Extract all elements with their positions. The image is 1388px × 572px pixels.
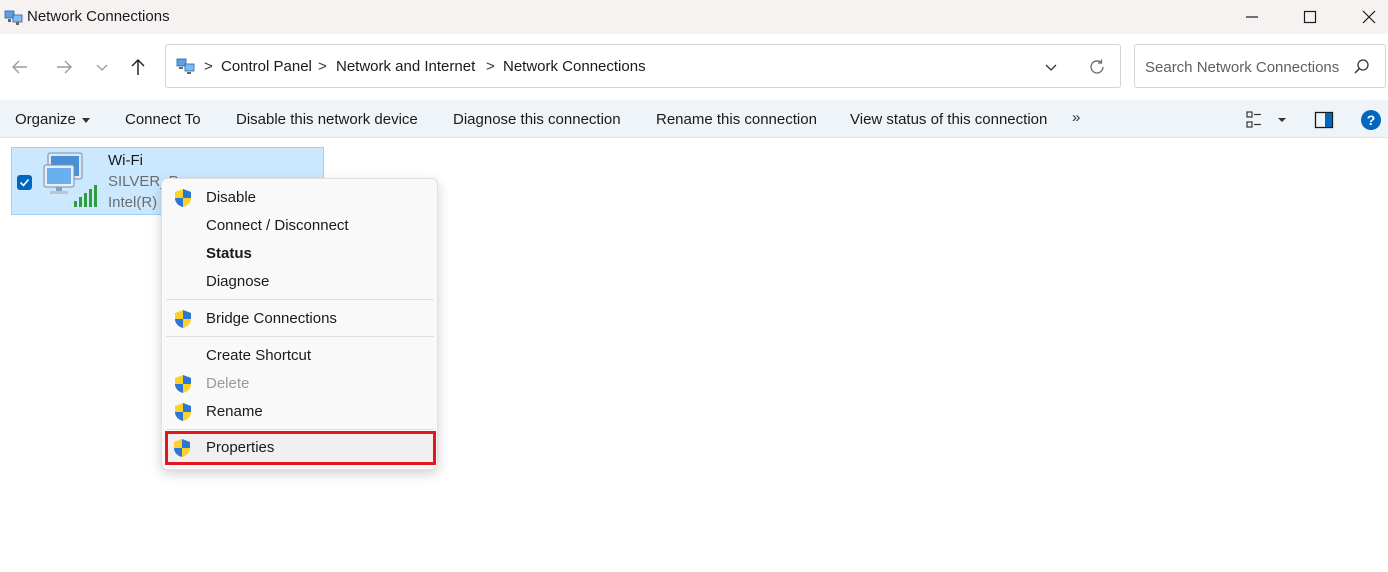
chevron-down-icon (96, 64, 108, 71)
menu-separator (166, 336, 434, 337)
organize-button[interactable]: Organize (15, 111, 90, 128)
item-checkbox[interactable] (17, 175, 32, 190)
connection-adapter: Intel(R) (108, 194, 158, 211)
menu-item-label: Properties (206, 439, 275, 456)
more-commands-button[interactable]: » (1072, 109, 1080, 126)
menu-item-label: Rename (206, 403, 263, 420)
minimize-button[interactable] (1229, 0, 1275, 34)
rename-connection-button[interactable]: Rename this connection (656, 111, 817, 128)
menu-item-label: Status (206, 245, 252, 262)
network-connections-icon (4, 10, 23, 25)
menu-item-create-shortcut[interactable]: Create Shortcut (166, 342, 434, 370)
search-input[interactable] (1143, 55, 1347, 79)
address-history-button[interactable] (1040, 57, 1062, 77)
disable-device-button[interactable]: Disable this network device (236, 111, 418, 128)
uac-shield-icon (175, 403, 191, 421)
menu-item-rename[interactable]: Rename (166, 398, 434, 426)
refresh-icon (1090, 59, 1104, 74)
up-arrow-icon (131, 59, 145, 75)
help-button[interactable]: ? (1360, 109, 1382, 131)
preview-pane-button[interactable] (1313, 109, 1335, 131)
menu-item-diagnose[interactable]: Diagnose (166, 268, 434, 296)
menu-separator (166, 429, 434, 430)
menu-item-label: Create Shortcut (206, 347, 312, 364)
breadcrumb-network-connections[interactable]: Network Connections (503, 58, 646, 75)
svg-text:?: ? (1367, 112, 1376, 128)
uac-shield-icon (174, 439, 190, 457)
menu-item-label: Diagnose (206, 273, 270, 290)
maximize-button[interactable] (1287, 0, 1333, 34)
back-button[interactable] (7, 54, 33, 80)
breadcrumb-separator[interactable]: > (318, 58, 327, 75)
checkmark-icon (19, 178, 30, 187)
view-status-button[interactable]: View status of this connection (850, 111, 1047, 128)
refresh-button[interactable] (1086, 56, 1108, 78)
menu-item-label: Delete (206, 375, 250, 392)
uac-shield-icon (175, 375, 191, 393)
menu-item-label: Bridge Connections (206, 310, 337, 327)
menu-item-delete: Delete (166, 370, 434, 398)
back-arrow-icon (12, 60, 27, 74)
menu-separator (166, 299, 434, 300)
address-bar[interactable]: > Control Panel > Network and Internet >… (165, 44, 1121, 88)
diagnose-connection-button[interactable]: Diagnose this connection (453, 111, 621, 128)
network-connections-icon (176, 58, 195, 74)
change-view-icon (1246, 111, 1286, 128)
context-menu: Disable Connect / Disconnect Status Diag… (161, 178, 438, 470)
close-button[interactable] (1346, 0, 1388, 34)
menu-item-connect-disconnect[interactable]: Connect / Disconnect (166, 212, 434, 240)
breadcrumb-control-panel[interactable]: Control Panel (221, 58, 312, 75)
breadcrumb-network-and-internet[interactable]: Network and Internet (336, 58, 475, 75)
title-bar: Network Connections (0, 0, 1388, 34)
menu-item-properties[interactable]: Properties (165, 431, 436, 465)
search-box[interactable] (1134, 44, 1386, 88)
breadcrumb-separator[interactable]: > (486, 58, 495, 75)
menu-item-disable[interactable]: Disable (166, 184, 434, 212)
maximize-icon (1303, 10, 1317, 24)
change-view-button[interactable] (1244, 109, 1290, 131)
menu-item-status[interactable]: Status (166, 240, 434, 268)
connect-to-button[interactable]: Connect To (125, 111, 201, 128)
recent-locations-button[interactable] (89, 54, 115, 80)
forward-button[interactable] (51, 54, 77, 80)
close-icon (1362, 10, 1376, 24)
connection-name: Wi-Fi (108, 152, 143, 169)
menu-item-label: Disable (206, 189, 257, 206)
window-title: Network Connections (27, 8, 170, 25)
command-bar: Organize Connect To Disable this network… (0, 100, 1388, 138)
preview-pane-icon (1314, 111, 1334, 129)
forward-arrow-icon (57, 60, 72, 74)
minimize-icon (1246, 16, 1258, 18)
breadcrumb-separator[interactable]: > (204, 58, 213, 75)
chevron-down-icon (1045, 64, 1057, 71)
wireless-network-icon (43, 152, 97, 207)
up-button[interactable] (125, 54, 151, 80)
search-icon[interactable] (1353, 58, 1371, 76)
uac-shield-icon (175, 189, 191, 207)
uac-shield-icon (175, 310, 191, 328)
navigation-bar: > Control Panel > Network and Internet >… (0, 34, 1388, 100)
menu-item-label: Connect / Disconnect (206, 217, 349, 234)
menu-item-bridge-connections[interactable]: Bridge Connections (166, 305, 434, 333)
caret-down-icon (81, 117, 90, 123)
organize-label: Organize (15, 111, 76, 128)
help-icon: ? (1361, 110, 1381, 130)
